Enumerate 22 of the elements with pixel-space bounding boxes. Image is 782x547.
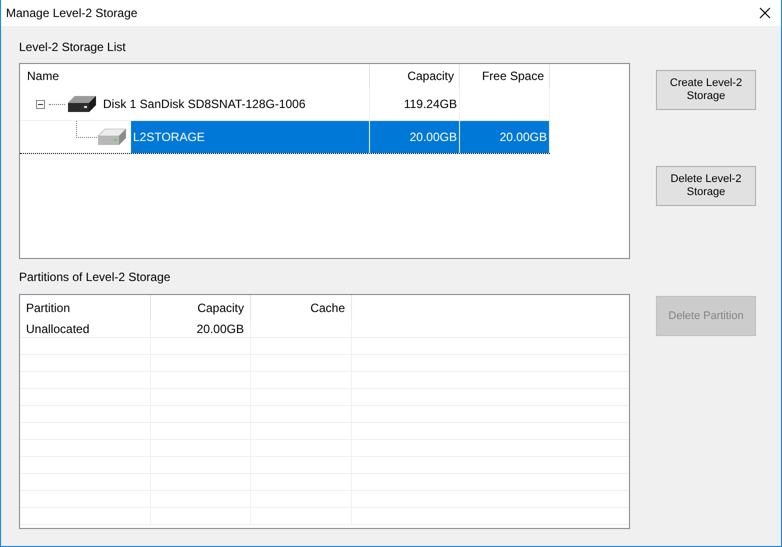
section-label: Partitions of Level-2 Storage	[19, 270, 172, 284]
column-header[interactable]: Capacity	[151, 295, 251, 321]
table-cell: 20.00GB	[370, 121, 460, 153]
close-icon[interactable]	[759, 7, 771, 19]
tree-item[interactable]: L2STORAGE	[131, 121, 369, 153]
column-header[interactable]: Cache	[251, 295, 352, 321]
column-header[interactable]: Capacity	[370, 64, 460, 88]
column-header[interactable]: Name	[20, 64, 370, 88]
window-title: Manage Level-2 Storage	[6, 6, 138, 20]
action-button[interactable]: Create Level-2 Storage	[656, 70, 756, 110]
hard-drive-icon	[97, 128, 127, 146]
table-cell: 20.00GB	[151, 321, 251, 337]
column-header[interactable]: Partition	[20, 295, 151, 321]
hard-drive-icon	[67, 95, 97, 113]
collapse-icon[interactable]	[36, 100, 45, 108]
table-cell: 20.00GB	[460, 121, 550, 153]
column-header[interactable]: Free Space	[460, 64, 550, 88]
table-cell: Unallocated	[20, 321, 151, 337]
tree-item[interactable]: Disk 1 SanDisk SD8SNAT-128G-1006	[101, 88, 369, 120]
section-label: Level-2 Storage List	[19, 40, 127, 54]
table-cell: 119.24GB	[370, 88, 460, 120]
action-button[interactable]: Delete Level-2 Storage	[656, 166, 756, 206]
